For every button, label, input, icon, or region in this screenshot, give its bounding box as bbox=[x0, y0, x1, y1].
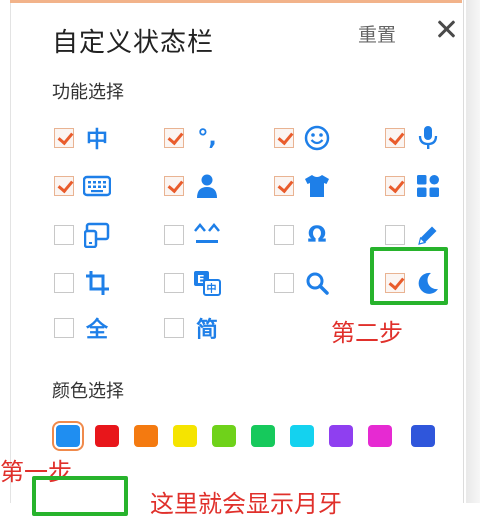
feature-checkbox[interactable] bbox=[274, 225, 294, 245]
full-width-icon: 全 bbox=[85, 318, 108, 343]
feature-item-chinese-mode[interactable]: 中 bbox=[52, 123, 144, 157]
color-swatch[interactable] bbox=[173, 425, 197, 447]
pen-handwriting-icon bbox=[413, 220, 443, 250]
feature-checkbox[interactable] bbox=[274, 273, 294, 293]
skin-tshirt-icon bbox=[302, 171, 332, 201]
feature-checkbox[interactable] bbox=[164, 318, 184, 338]
feature-item-punctuation[interactable]: °, bbox=[162, 123, 254, 157]
color-swatch[interactable] bbox=[212, 425, 236, 447]
feature-item-screenshot[interactable] bbox=[52, 268, 144, 302]
feature-checkbox[interactable] bbox=[164, 176, 184, 196]
chinese-mode-icon: 中 bbox=[85, 128, 108, 153]
annotation-step-two: 第二步 bbox=[331, 319, 403, 347]
svg-text:中: 中 bbox=[207, 282, 217, 295]
feature-item-search[interactable] bbox=[272, 268, 364, 302]
feature-checkbox[interactable] bbox=[164, 225, 184, 245]
color-swatch[interactable] bbox=[329, 425, 353, 447]
user-icon bbox=[192, 171, 222, 201]
color-swatch[interactable] bbox=[56, 425, 80, 447]
feature-item-toolbox[interactable] bbox=[383, 171, 475, 205]
feature-checkbox[interactable] bbox=[54, 318, 74, 338]
devices-icon bbox=[82, 220, 112, 250]
color-section-label: 颜色选择 bbox=[52, 381, 124, 402]
feature-checkbox[interactable] bbox=[385, 176, 405, 196]
feature-checkbox[interactable] bbox=[385, 128, 405, 148]
highlight-box-status-bar bbox=[32, 476, 128, 516]
feature-checkbox[interactable] bbox=[54, 273, 74, 293]
color-swatch[interactable] bbox=[290, 425, 314, 447]
search-icon bbox=[302, 268, 332, 298]
feature-item-emoticon[interactable] bbox=[162, 220, 254, 254]
feature-item-special-symbol[interactable]: Ω bbox=[272, 220, 364, 254]
toolbox-grid-icon bbox=[413, 171, 443, 201]
color-swatch[interactable] bbox=[368, 425, 392, 447]
feature-item-voice[interactable] bbox=[383, 123, 475, 157]
feature-checkbox[interactable] bbox=[164, 273, 184, 293]
color-swatch[interactable] bbox=[251, 425, 275, 447]
feature-checkbox[interactable] bbox=[54, 176, 74, 196]
highlight-box-night-mode bbox=[370, 247, 448, 305]
punctuation-icon: °, bbox=[197, 125, 217, 151]
emoji-icon bbox=[302, 123, 332, 153]
translate-icon: E中 bbox=[192, 268, 222, 298]
color-swatch[interactable] bbox=[95, 425, 119, 447]
feature-item-user[interactable] bbox=[162, 171, 254, 205]
feature-item-devices[interactable] bbox=[52, 220, 144, 254]
reset-button[interactable]: 重置 bbox=[358, 20, 396, 47]
annotation-note: 这里就会显示月牙 bbox=[150, 490, 342, 518]
crop-screenshot-icon bbox=[82, 268, 112, 298]
special-symbol-icon: Ω bbox=[307, 222, 327, 248]
panel-top-accent bbox=[10, 0, 462, 3]
feature-item-translate[interactable]: E中 bbox=[162, 268, 254, 302]
feature-checkbox[interactable] bbox=[54, 225, 74, 245]
feature-item-skin[interactable] bbox=[272, 171, 364, 205]
feature-checkbox[interactable] bbox=[54, 128, 74, 148]
feature-section-label: 功能选择 bbox=[52, 82, 124, 103]
feature-checkbox[interactable] bbox=[274, 128, 294, 148]
color-swatch[interactable] bbox=[411, 425, 435, 447]
feature-item-simplified[interactable]: 简 bbox=[162, 313, 254, 347]
feature-checkbox[interactable] bbox=[274, 176, 294, 196]
feature-item-emoji[interactable] bbox=[272, 123, 364, 157]
color-swatch[interactable] bbox=[134, 425, 158, 447]
simplified-icon: 简 bbox=[195, 318, 218, 343]
keyboard-icon bbox=[82, 171, 112, 201]
feature-item-full-width[interactable]: 全 bbox=[52, 313, 144, 347]
close-icon[interactable] bbox=[434, 14, 458, 42]
feature-checkbox[interactable] bbox=[385, 225, 405, 245]
feature-checkbox[interactable] bbox=[164, 128, 184, 148]
microphone-icon bbox=[413, 123, 443, 153]
emoticon-face-icon bbox=[192, 220, 222, 250]
panel-title: 自定义状态栏 bbox=[52, 28, 215, 58]
feature-item-keyboard[interactable] bbox=[52, 171, 144, 205]
